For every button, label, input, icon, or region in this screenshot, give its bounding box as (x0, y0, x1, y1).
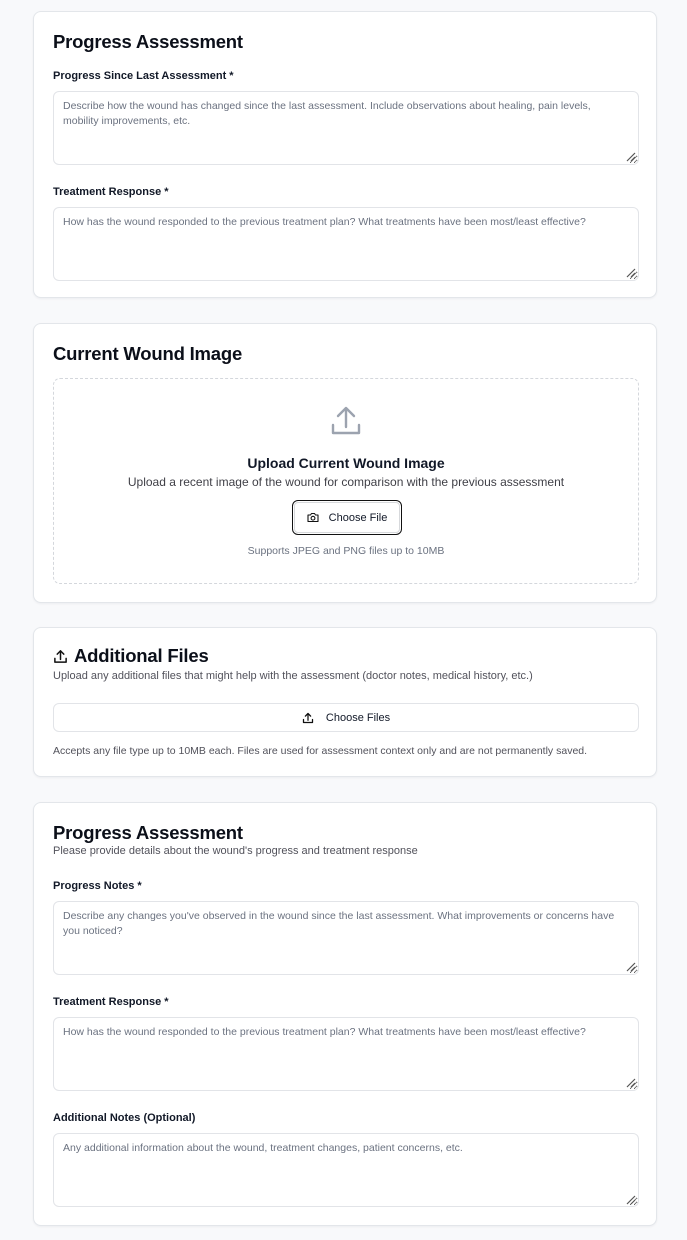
additional-files-card: Additional Files Upload any additional f… (33, 627, 657, 777)
additional-notes-textarea[interactable] (53, 1133, 639, 1207)
choose-file-button[interactable]: Choose File (292, 500, 402, 535)
progress-assessment-details-card: Progress Assessment Please provide detai… (33, 802, 657, 1226)
upload-icon (54, 650, 67, 663)
card-title: Progress Assessment (53, 822, 243, 843)
choose-files-button[interactable]: Choose Files (53, 703, 639, 732)
additional-notes-label: Additional Notes (Optional) (53, 1112, 196, 1124)
progress-notes-textarea[interactable] (53, 901, 639, 975)
card-subtitle: Upload any additional files that might h… (53, 670, 533, 682)
treatment-response-label: Treatment Response * (53, 996, 169, 1008)
files-note: Accepts any file type up to 10MB each. F… (53, 745, 588, 757)
treatment-response-textarea[interactable] (53, 1017, 639, 1091)
current-wound-image-card: Current Wound Image Upload Current Wound… (33, 323, 657, 603)
progress-since-last-label: Progress Since Last Assessment * (53, 70, 234, 82)
upload-title: Upload Current Wound Image (247, 455, 445, 471)
progress-since-last-textarea[interactable] (53, 91, 639, 165)
camera-icon (307, 512, 319, 523)
choose-files-label: Choose Files (325, 711, 391, 724)
card-title: Additional Files (74, 645, 209, 666)
card-title: Progress Assessment (53, 31, 243, 52)
choose-file-label: Choose File (328, 511, 388, 524)
image-dropzone[interactable]: Upload Current Wound Image Upload a rece… (53, 378, 639, 584)
upload-icon (302, 712, 314, 723)
upload-icon (331, 406, 361, 435)
treatment-response-textarea[interactable] (53, 207, 639, 281)
card-title: Current Wound Image (53, 343, 243, 364)
upload-description: Upload a recent image of the wound for c… (127, 475, 565, 489)
progress-notes-label: Progress Notes * (53, 880, 142, 892)
upload-hint: Supports JPEG and PNG files up to 10MB (247, 545, 445, 557)
card-subtitle: Please provide details about the wound's… (53, 845, 418, 857)
treatment-response-label: Treatment Response * (53, 186, 169, 198)
progress-assessment-card: Progress Assessment Progress Since Last … (33, 11, 657, 298)
